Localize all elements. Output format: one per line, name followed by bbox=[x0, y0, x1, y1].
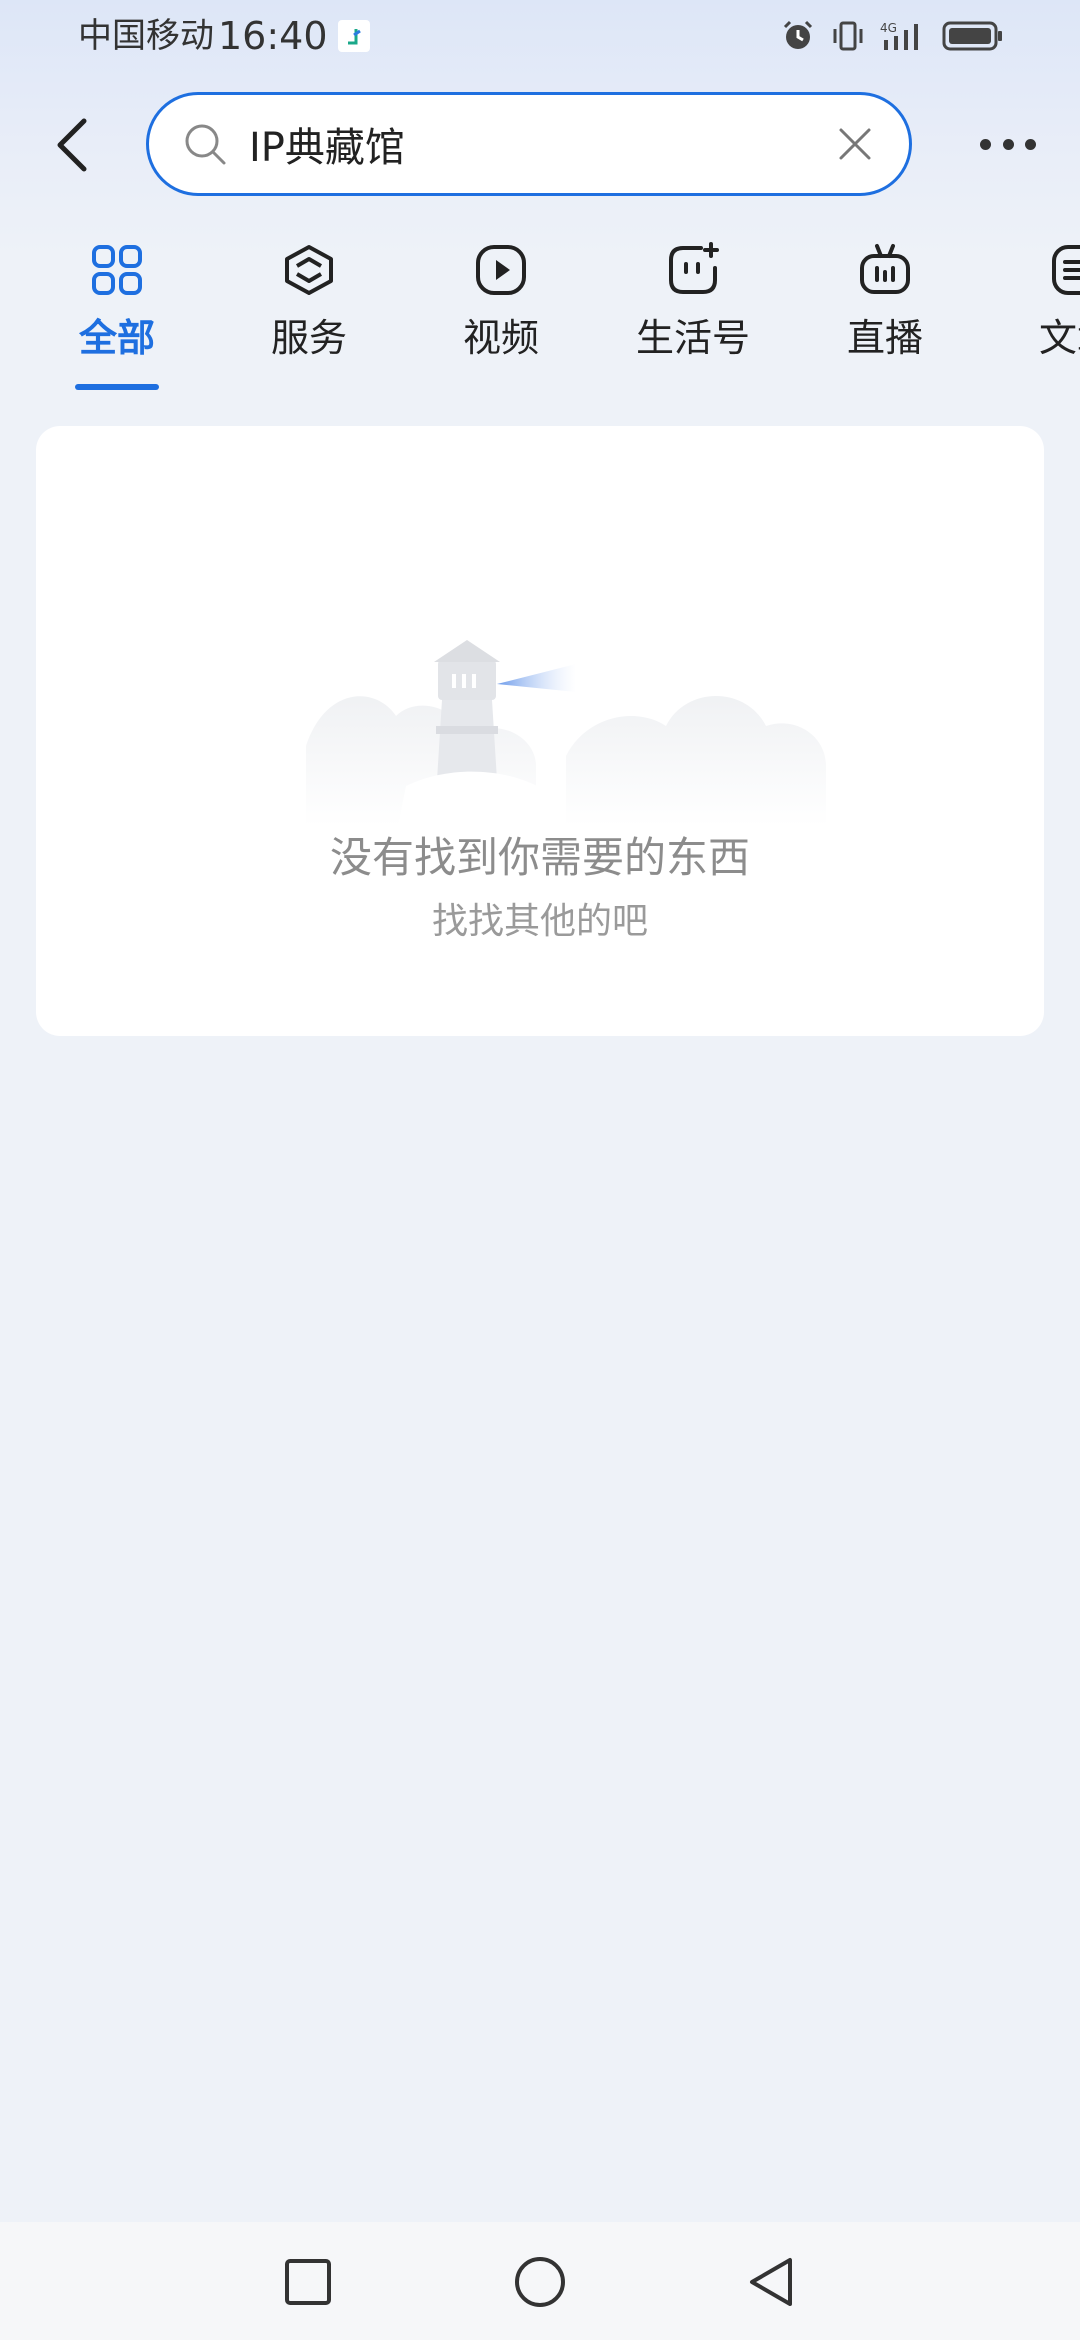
tab-live[interactable]: 直播 bbox=[810, 236, 960, 396]
vibrate-icon bbox=[833, 21, 863, 51]
lighthouse-illustration bbox=[306, 640, 826, 836]
tab-label: 服务 bbox=[270, 316, 347, 360]
category-tabs: 全部 服务 视频 生活号 直播 文 bbox=[0, 236, 1080, 396]
clock-time: 16:40 bbox=[218, 14, 328, 58]
empty-state-title: 没有找到你需要的东西 bbox=[329, 833, 750, 882]
square-icon bbox=[285, 2259, 331, 2305]
life-account-icon bbox=[669, 242, 719, 294]
circle-icon bbox=[515, 2257, 565, 2307]
clear-icon[interactable] bbox=[835, 124, 875, 164]
tab-label: 全部 bbox=[78, 316, 155, 360]
tv-live-icon bbox=[860, 244, 910, 294]
signal-icon: 4G bbox=[880, 21, 918, 50]
tab-all[interactable]: 全部 bbox=[42, 236, 192, 396]
play-icon bbox=[476, 245, 526, 295]
back-button[interactable] bbox=[42, 110, 102, 180]
empty-result-card: 没有找到你需要的东西 找找其他的吧 bbox=[36, 426, 1044, 1036]
carrier-info: 中国移动 16:40 bbox=[78, 14, 370, 58]
tab-label: 视频 bbox=[462, 316, 539, 360]
more-options-button[interactable] bbox=[980, 124, 1036, 164]
triangle-back-icon bbox=[750, 2258, 792, 2306]
tab-services[interactable]: 服务 bbox=[234, 236, 384, 396]
active-tab-indicator bbox=[75, 384, 159, 390]
status-icons: 4G bbox=[780, 16, 1004, 56]
svg-text:4G: 4G bbox=[880, 21, 897, 35]
tab-video[interactable]: 视频 bbox=[426, 236, 576, 396]
search-query-text[interactable]: IP典藏馆 bbox=[249, 115, 835, 173]
tab-label: 直播 bbox=[846, 316, 923, 360]
service-cube-icon bbox=[285, 245, 333, 295]
recent-apps-button[interactable] bbox=[278, 2252, 338, 2312]
grid-icon bbox=[92, 245, 142, 295]
alarm-icon bbox=[783, 20, 813, 49]
system-navigation-bar bbox=[0, 2222, 1080, 2340]
dot-icon bbox=[1025, 138, 1036, 150]
dot-icon bbox=[1002, 138, 1014, 150]
home-button[interactable] bbox=[510, 2252, 570, 2312]
search-icon bbox=[185, 124, 226, 165]
article-icon bbox=[1052, 245, 1080, 295]
status-bar: 中国移动 16:40 4G bbox=[0, 0, 1080, 74]
dot-icon bbox=[980, 138, 991, 150]
tab-article[interactable]: 文章 bbox=[1002, 236, 1080, 396]
chevron-left-icon bbox=[57, 118, 87, 172]
notification-app-icon bbox=[337, 20, 370, 52]
tab-label: 生活号 bbox=[635, 316, 750, 360]
carrier-name: 中国移动 bbox=[78, 16, 214, 56]
tab-label: 文章 bbox=[1038, 316, 1080, 360]
tab-life-account[interactable]: 生活号 bbox=[618, 236, 768, 396]
back-nav-button[interactable] bbox=[742, 2252, 802, 2312]
battery-icon bbox=[942, 21, 1002, 51]
empty-state-subtitle: 找找其他的吧 bbox=[431, 901, 648, 942]
search-input[interactable]: IP典藏馆 bbox=[146, 92, 912, 196]
